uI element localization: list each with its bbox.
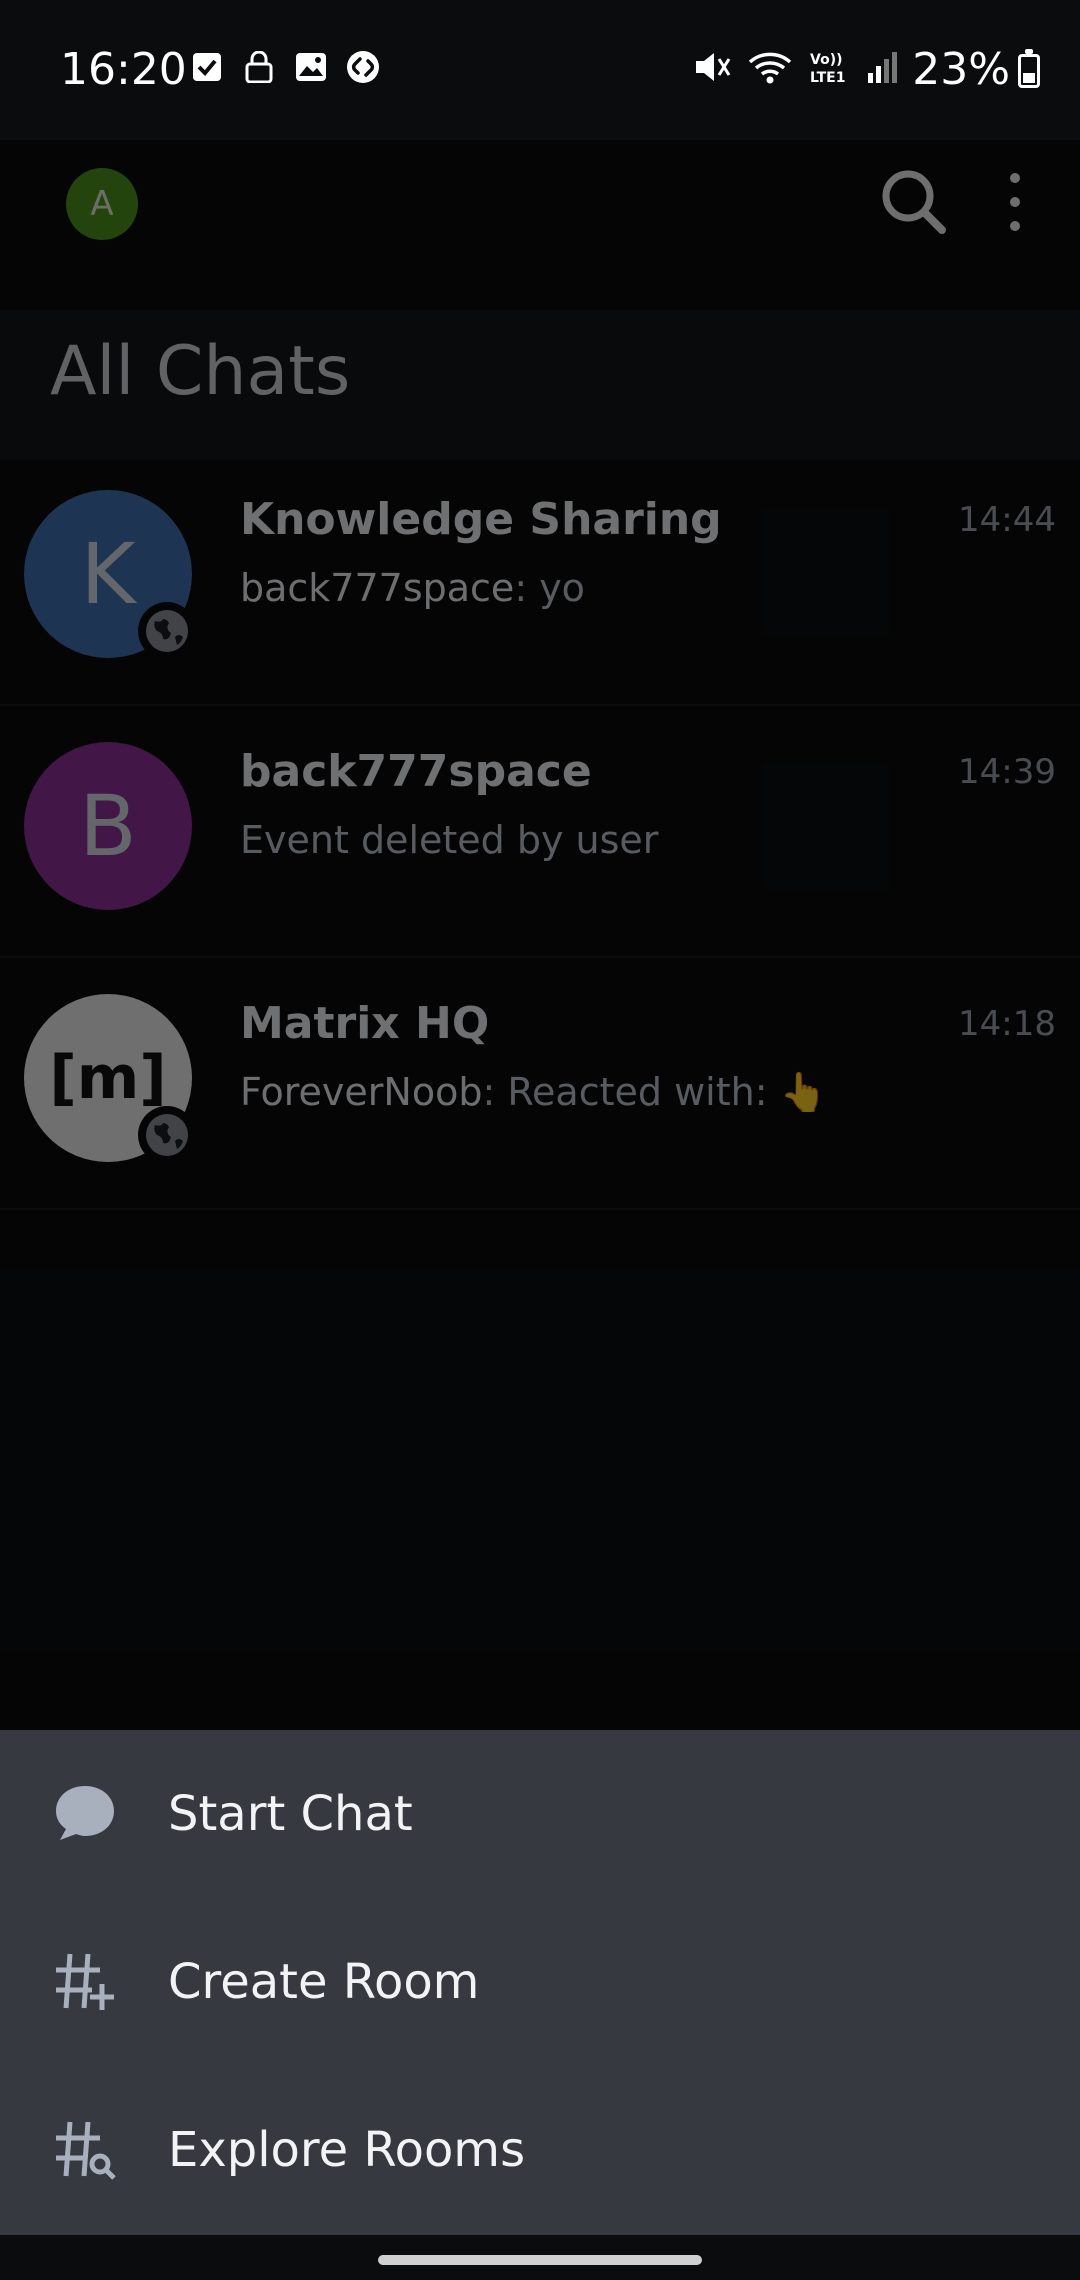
preview-sender: back777space [240,566,515,610]
volte-icon: Vo)) LTE1 [810,52,845,86]
public-room-badge [138,1106,196,1164]
app-bar: A [0,140,1080,310]
chat-time: 14:18 [958,1004,1056,1044]
chat-name: back777space [240,746,592,797]
chat-row-back777space[interactable]: B back777space 14:39 Event deleted by us… [0,706,1080,958]
signal-icon [868,52,897,83]
profile-avatar[interactable]: A [66,168,138,240]
start-chat-option[interactable]: Start Chat [0,1730,1080,1898]
create-room-label: Create Room [168,1954,480,2010]
create-room-option[interactable]: Create Room [0,1898,1080,2066]
preview-text: Event deleted by user [240,818,659,862]
navigation-bar [0,2235,1080,2280]
chat-time: 14:39 [958,752,1056,792]
chat-row-knowledge-sharing[interactable]: K Knowledge Sharing 14:44 back777space: … [0,454,1080,706]
user-avatar: B [24,742,192,910]
image-icon [294,50,328,84]
chat-row-matrix-hq[interactable]: [m] Matrix HQ 14:18 ForeverNoob: Reacted… [0,958,1080,1210]
shazam-icon [346,50,380,84]
chat-preview: back777space: yo [240,566,585,610]
chat-time: 14:44 [958,500,1056,540]
status-icons-left [190,50,380,84]
status-bar: 16:20 Vo)) LTE1 23% [0,0,1080,140]
search-icon [882,170,946,234]
chat-bubble-icon [52,1780,118,1846]
battery-icon [1018,49,1040,88]
public-room-badge [138,602,196,660]
preview-sender: ForeverNoob [240,1070,483,1114]
bottom-sheet: Start Chat Create Room Explore Rooms [0,1730,1080,2235]
hashtag-plus-icon [52,1948,118,2014]
title-bar: All Chats [0,310,1080,460]
svg-text:LTE1: LTE1 [810,70,845,86]
search-button[interactable] [878,166,948,236]
chat-preview: Event deleted by user [240,818,658,862]
mute-icon [696,53,731,81]
preview-text: : yo [514,566,585,610]
chat-preview: ForeverNoob: Reacted with: 👆 [240,1070,827,1115]
page-title: All Chats [50,332,351,411]
start-chat-label: Start Chat [168,1786,413,1842]
preview-text: : Reacted with: 👆 [482,1070,827,1114]
globe-icon [146,610,188,652]
globe-icon [146,1114,188,1156]
more-vert-icon [1010,173,1020,231]
chat-name: Knowledge Sharing [240,494,722,545]
status-icons-right: Vo)) LTE1 [692,48,900,86]
status-time: 16:20 [60,44,187,95]
more-options-button[interactable] [998,166,1032,236]
wifi-icon [748,52,792,84]
battery-percent: 23% [912,44,1010,95]
checkbox-icon [190,50,224,84]
home-handle[interactable] [378,2255,702,2265]
lock-icon [242,50,276,84]
explore-rooms-label: Explore Rooms [168,2122,526,2178]
chat-list: K Knowledge Sharing 14:44 back777space: … [0,454,1080,1210]
hashtag-search-icon [52,2116,118,2182]
explore-rooms-option[interactable]: Explore Rooms [0,2066,1080,2234]
svg-text:Vo)): Vo)) [810,52,842,68]
chat-name: Matrix HQ [240,998,490,1049]
